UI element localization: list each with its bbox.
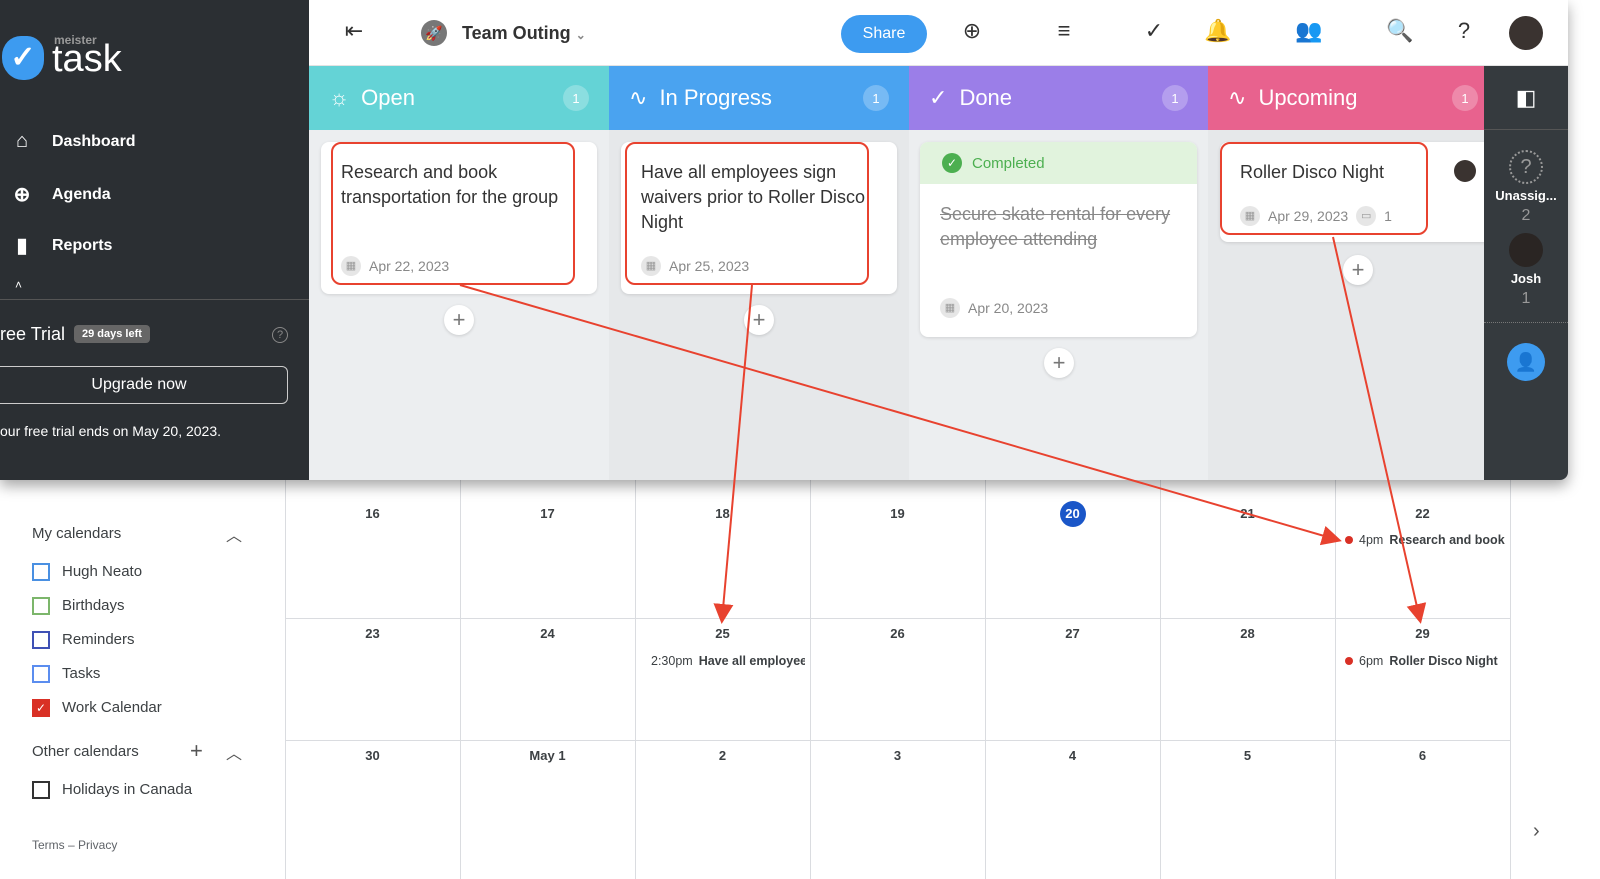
arrow — [459, 284, 1342, 546]
annotation-arrows — [459, 236, 1427, 624]
arrow — [1332, 236, 1427, 624]
arrow — [713, 284, 753, 624]
